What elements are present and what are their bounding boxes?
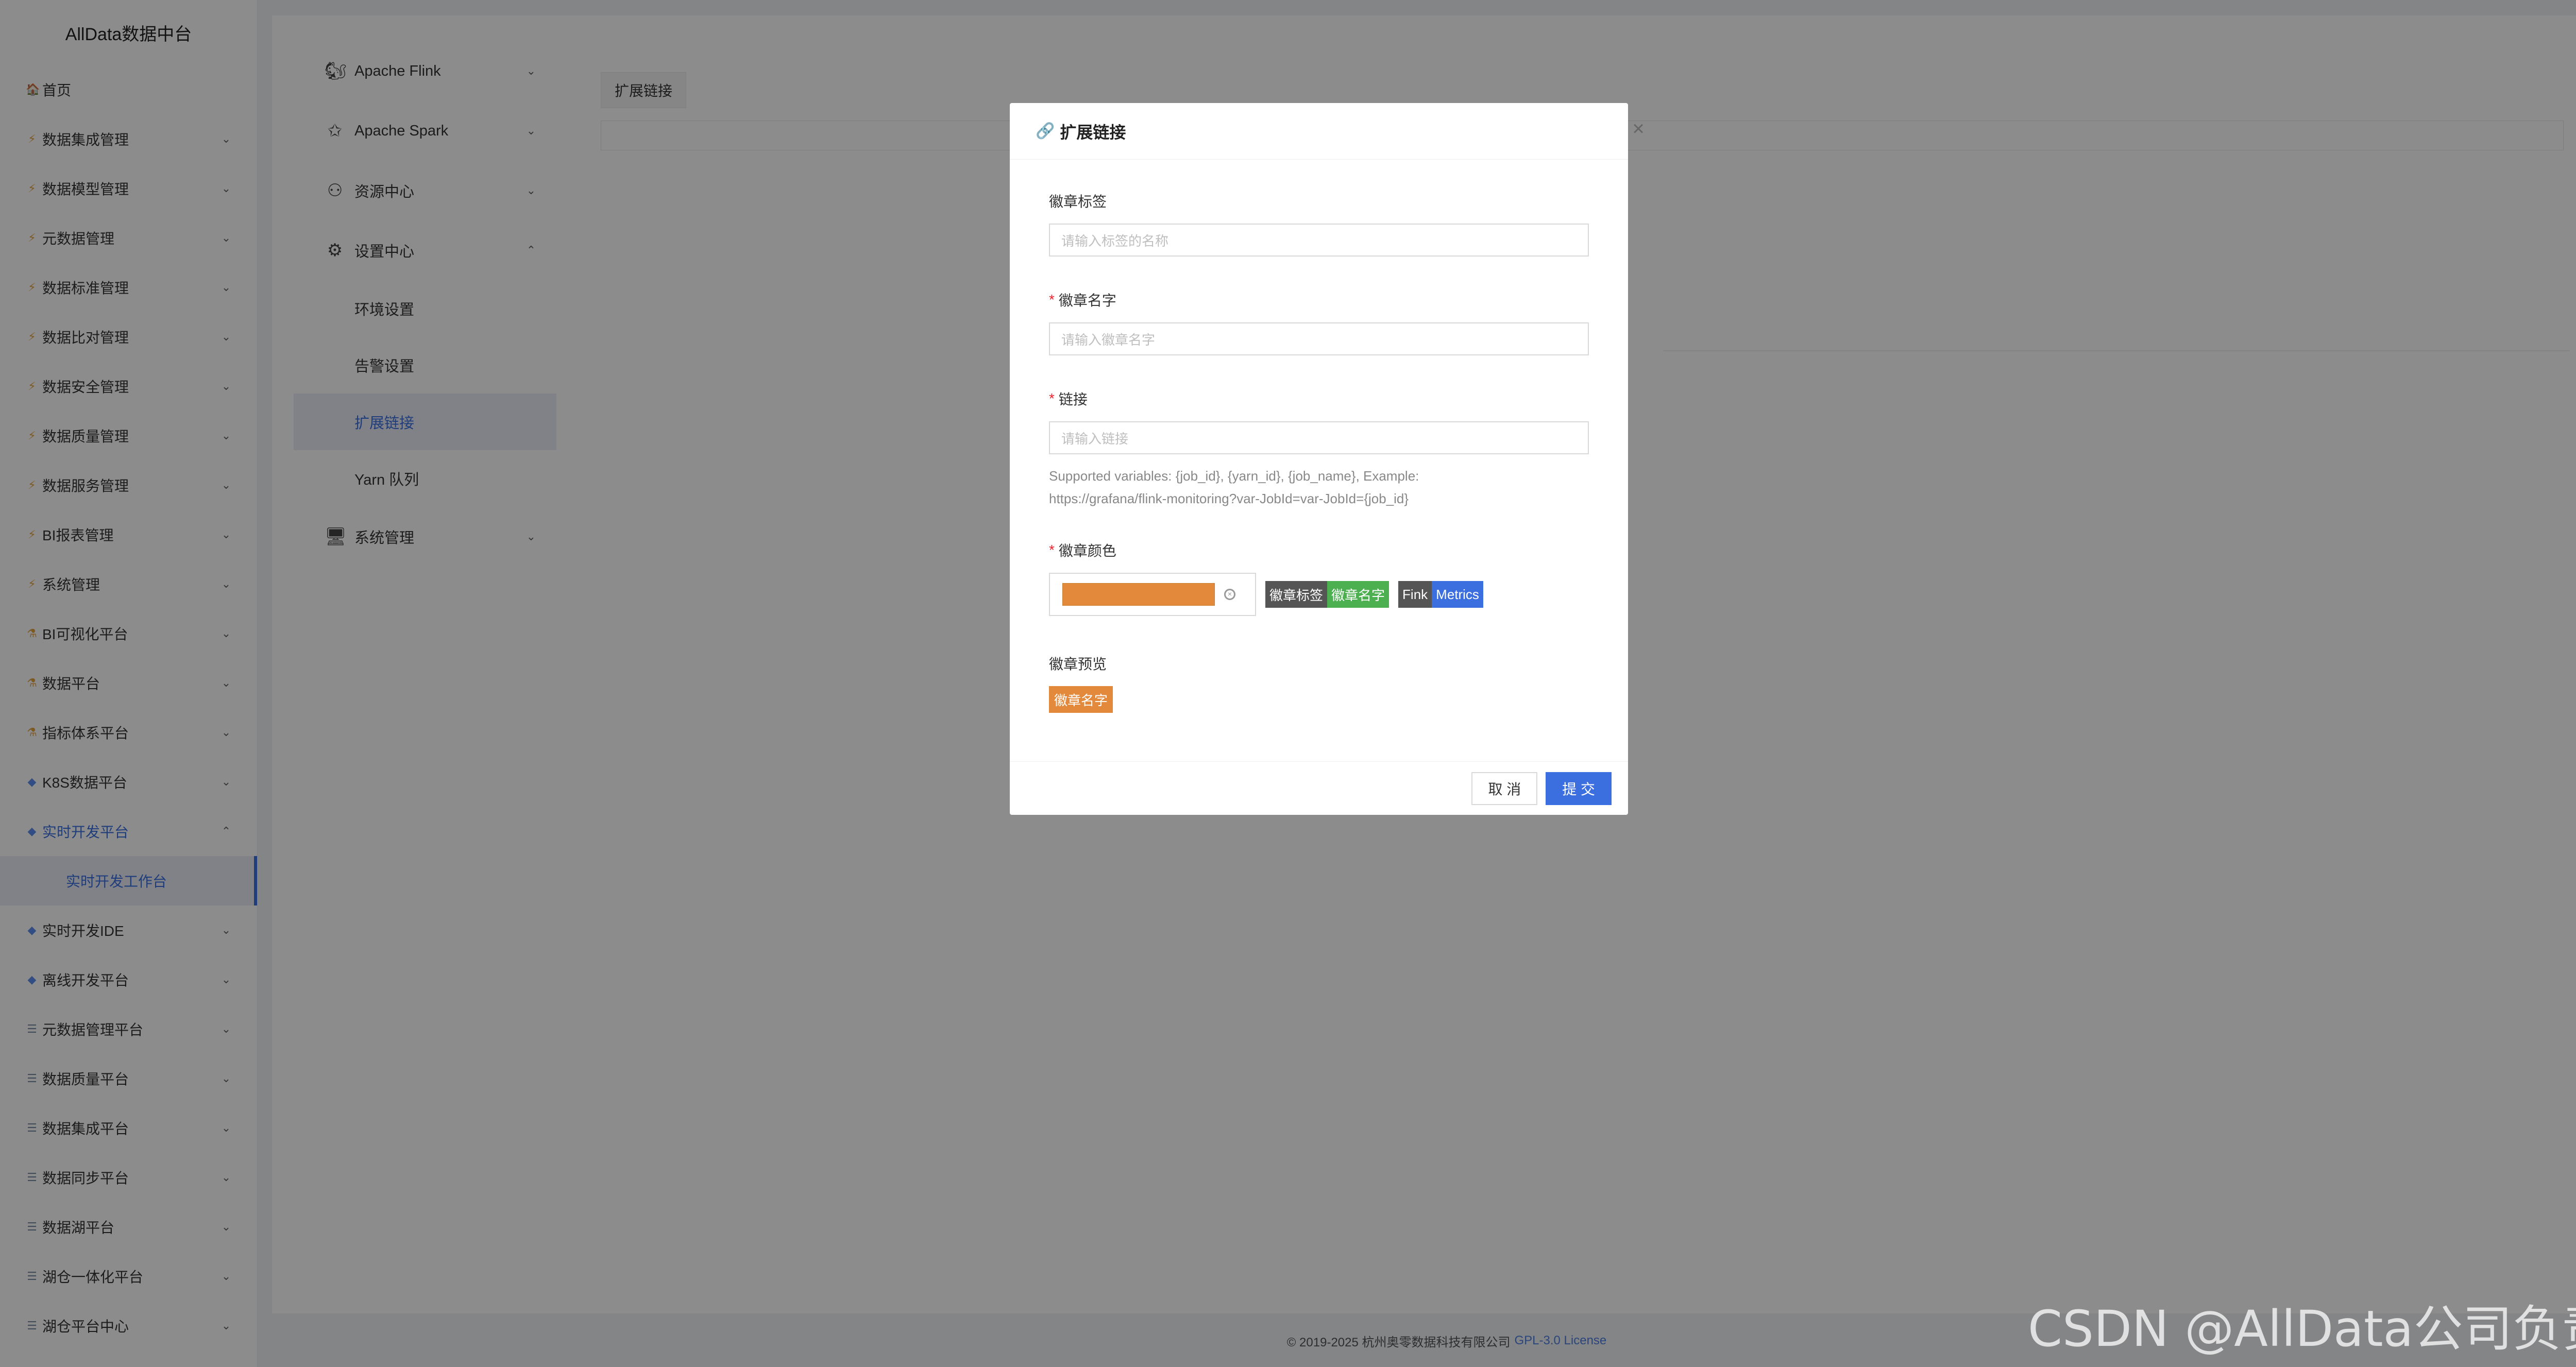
field-label: 徽章预览	[1049, 656, 1107, 672]
field-label-text: 链接	[1058, 391, 1088, 407]
color-swatch[interactable]	[1062, 583, 1215, 606]
field-label-text: 徽章颜色	[1058, 543, 1116, 559]
link-input[interactable]: 请输入链接	[1049, 421, 1589, 454]
link-icon: 🔗	[1036, 123, 1055, 140]
color-picker[interactable]: ×	[1049, 573, 1256, 616]
link-help-line-1: Supported variables: {job_id}, {yarn_id}…	[1049, 468, 1419, 484]
required-mark: *	[1049, 390, 1055, 406]
field-label: * 链接	[1049, 388, 1589, 409]
badge-name-input[interactable]: 请输入徽章名字	[1049, 322, 1589, 355]
clear-icon[interactable]: ×	[1224, 589, 1235, 600]
field-label: * 徽章名字	[1049, 289, 1589, 310]
ext-link-form: 徽章标签 请输入标签的名称 * 徽章名字 请输入徽章名字 * 链接 请输入链接 …	[1010, 160, 1628, 713]
badge-preview-field: 徽章预览 徽章名字	[1049, 653, 1589, 713]
sample-badge-2-left: Fink	[1398, 581, 1432, 608]
submit-button[interactable]: 提 交	[1546, 772, 1612, 805]
link-field: * 链接 请输入链接 Supported variables: {job_id}…	[1049, 388, 1589, 510]
badge-label-input[interactable]: 请输入标签的名称	[1049, 224, 1589, 257]
modal-footer: 取 消 提 交	[1010, 761, 1628, 815]
field-label: * 徽章颜色	[1049, 540, 1589, 560]
badge-label-field: 徽章标签 请输入标签的名称	[1049, 191, 1589, 257]
badge-color-field: * 徽章颜色 × 徽章标签 徽章名字 Fink Metrics	[1049, 540, 1589, 616]
color-row: × 徽章标签 徽章名字 Fink Metrics	[1049, 573, 1589, 616]
badge-preview: 徽章名字	[1049, 686, 1113, 713]
badge-name-field: * 徽章名字 请输入徽章名字	[1049, 289, 1589, 355]
modal-header: 🔗 扩展链接	[1010, 103, 1628, 160]
sample-badge-2: Fink Metrics	[1398, 581, 1483, 608]
link-help: Supported variables: {job_id}, {yarn_id}…	[1049, 465, 1589, 510]
field-label: 徽章标签	[1049, 194, 1107, 210]
cancel-button[interactable]: 取 消	[1471, 772, 1538, 805]
watermark: CSDN @AllData公司负责人	[2028, 1300, 2576, 1358]
link-help-line-2: https://grafana/flink-monitoring?var-Job…	[1049, 491, 1409, 506]
close-icon[interactable]: ×	[1628, 118, 1649, 139]
required-mark: *	[1049, 292, 1055, 307]
field-label-text: 徽章名字	[1058, 293, 1116, 309]
required-mark: *	[1049, 542, 1055, 558]
modal-title: 扩展链接	[1060, 123, 1126, 142]
sample-badge-1-left: 徽章标签	[1265, 581, 1328, 608]
sample-badge-2-right: Metrics	[1432, 581, 1483, 608]
sample-badge-1-right: 徽章名字	[1327, 581, 1389, 608]
sample-badge-1: 徽章标签 徽章名字	[1265, 581, 1389, 608]
ext-link-modal: 🔗 扩展链接 徽章标签 请输入标签的名称 * 徽章名字 请输入徽章名字 * 链接…	[1010, 103, 1628, 815]
